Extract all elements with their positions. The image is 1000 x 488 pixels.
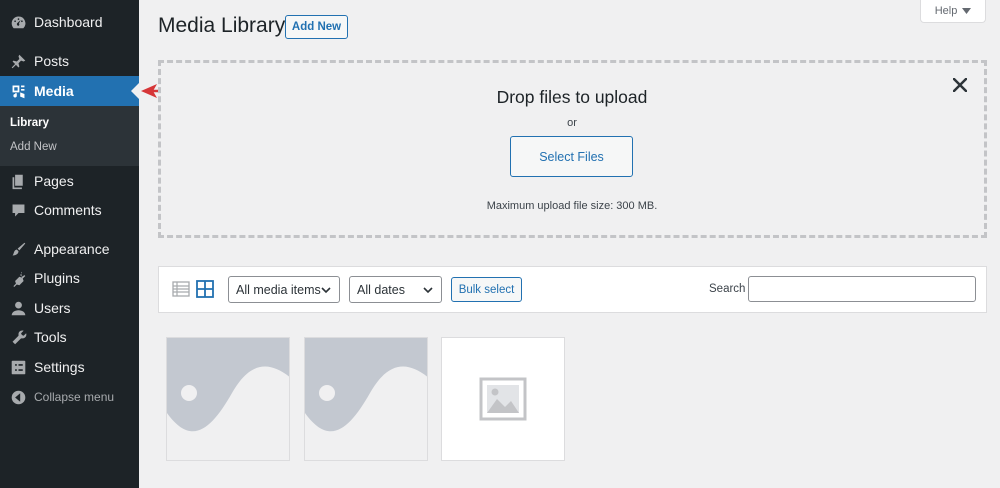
media-submenu: Library Add New [0,106,139,166]
sidebar-item-users[interactable]: Users [0,293,139,323]
caret-down-icon [962,8,972,14]
drop-files-title: Drop files to upload [496,87,648,107]
close-icon[interactable] [950,75,970,95]
sidebar-item-dashboard[interactable]: Dashboard [0,7,139,37]
settings-icon [8,357,28,377]
sidebar-item-label: Posts [34,53,70,69]
sidebar-item-comments[interactable]: Comments [0,195,139,225]
sidebar-item-settings[interactable]: Settings [0,352,139,382]
pages-icon [8,171,28,191]
sidebar-item-label: Settings [34,359,85,375]
sidebar-item-label: Users [34,300,71,316]
media-thumbnail[interactable] [166,337,290,461]
sidebar-item-pages[interactable]: Pages [0,166,139,196]
help-button[interactable]: Help [920,0,986,23]
collapse-menu-label: Collapse menu [34,390,115,404]
image-placeholder-icon [305,338,427,460]
sidebar-item-plugins[interactable]: Plugins [0,263,139,293]
date-filter[interactable]: All dates [349,276,442,303]
media-type-filter-value: All media items [236,282,321,297]
chevron-down-icon [423,287,433,294]
paintbrush-icon [8,239,28,259]
search-label: Search [709,283,746,295]
admin-sidebar: Dashboard Posts Media Library Add New Pa… [0,0,139,488]
collapse-arrow-icon [8,387,28,407]
sidebar-item-label: Plugins [34,270,80,286]
image-placeholder-icon [167,338,289,460]
bulk-select-button[interactable]: Bulk select [451,277,522,302]
sidebar-item-label: Dashboard [34,14,103,30]
sidebar-item-posts[interactable]: Posts [0,46,139,76]
collapse-menu-button[interactable]: Collapse menu [0,382,139,412]
max-upload-size-text: Maximum upload file size: 300 MB. [486,200,658,212]
or-text: or [567,117,577,129]
comment-icon [8,200,28,220]
plugin-icon [8,268,28,288]
media-icon [8,81,28,101]
page-title: Media Library [158,14,286,37]
sidebar-item-label: Comments [34,202,102,218]
pin-icon [8,51,28,71]
sidebar-item-label: Tools [34,329,67,345]
media-type-filter[interactable]: All media items [228,276,340,303]
media-thumbnail[interactable] [441,337,565,461]
sidebar-item-label: Pages [34,173,74,189]
user-icon [8,298,28,318]
grid-view-icon[interactable] [196,280,214,298]
sidebar-item-label: Media [34,83,74,99]
wrench-icon [8,327,28,347]
add-new-button[interactable]: Add New [285,15,348,39]
search-input[interactable] [748,276,976,302]
list-view-icon[interactable] [172,280,190,298]
help-label: Help [934,5,958,17]
sidebar-item-appearance[interactable]: Appearance [0,234,139,264]
submenu-item-library[interactable]: Library [10,117,49,129]
submenu-item-add-new[interactable]: Add New [10,141,57,153]
chevron-down-icon [321,287,331,294]
document-image-icon [479,377,527,421]
media-thumbnail[interactable] [304,337,428,461]
sidebar-item-media[interactable]: Media [0,76,139,106]
date-filter-value: All dates [357,282,405,297]
sidebar-item-label: Appearance [34,241,110,257]
sidebar-item-tools[interactable]: Tools [0,322,139,352]
dashboard-icon [8,12,28,32]
select-files-button[interactable]: Select Files [510,136,633,177]
